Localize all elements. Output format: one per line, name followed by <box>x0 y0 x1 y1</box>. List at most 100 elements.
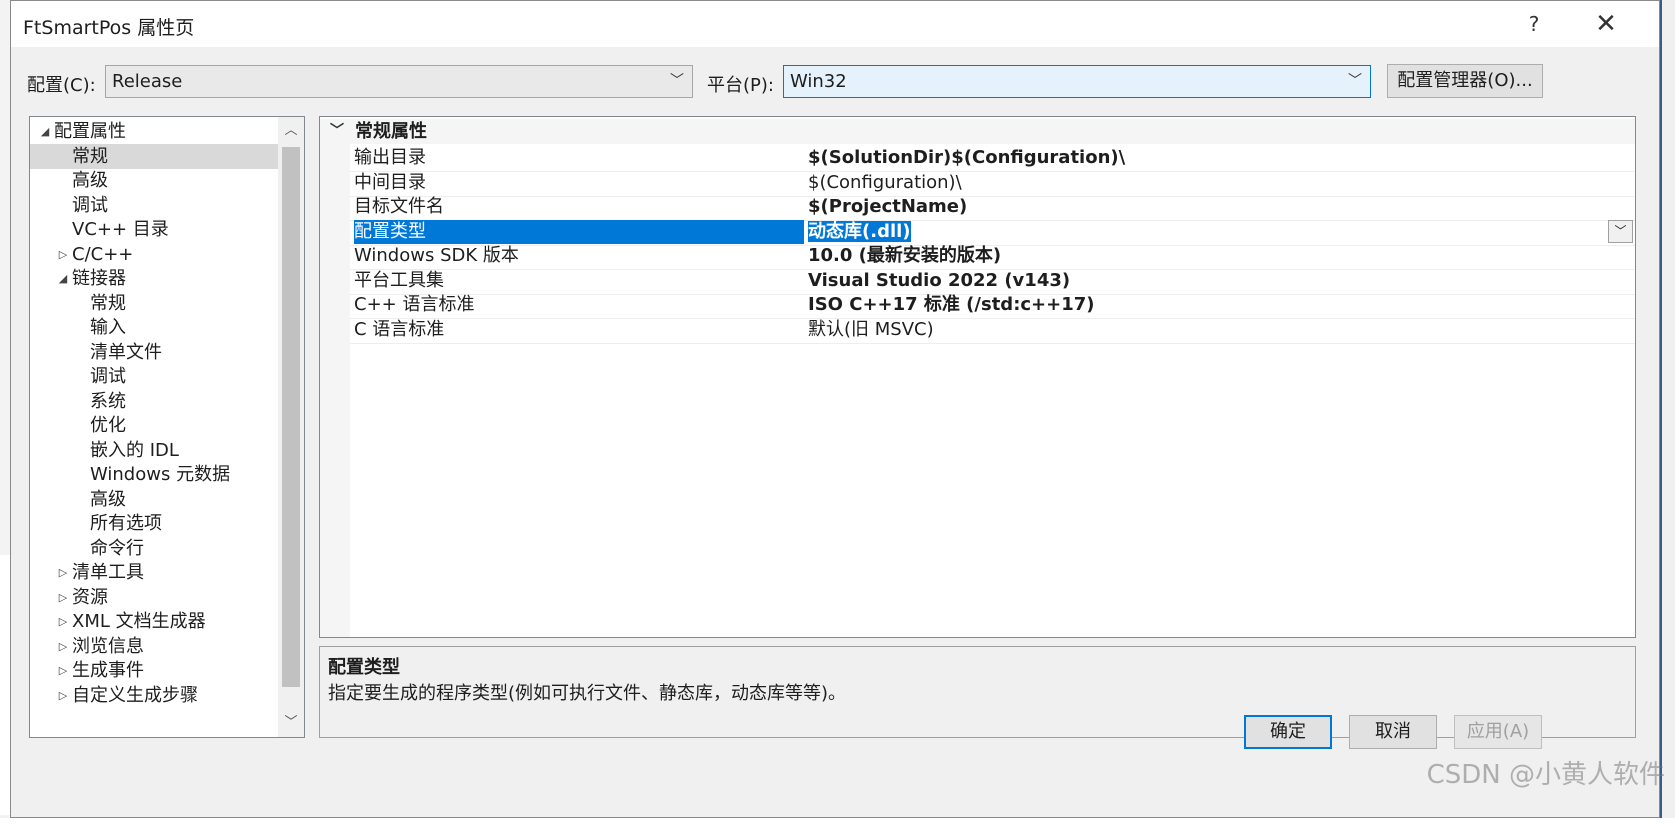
platform-value: Win32 <box>790 71 847 92</box>
property-name: 目标文件名 <box>354 196 444 217</box>
tree-item[interactable]: ▷ 资源 <box>30 585 278 610</box>
property-row[interactable]: Windows SDK 版本 10.0 (最新安装的版本) <box>350 244 1635 270</box>
tree-item[interactable]: VC++ 目录 <box>30 217 278 242</box>
apply-button[interactable]: 应用(A) <box>1454 715 1542 749</box>
chevron-down-icon: ﹀ <box>1348 73 1362 89</box>
description-title: 配置类型 <box>328 657 400 678</box>
tree-item-label: 调试 <box>90 366 126 387</box>
property-value-cell[interactable]: $(Configuration)\ <box>808 171 1635 195</box>
grid-gutter <box>320 144 350 637</box>
title-bar[interactable]: FtSmartPos 属性页 ? ✕ <box>11 1 1659 47</box>
expander-icon[interactable]: ◢ <box>56 266 70 291</box>
tree-item-label: VC++ 目录 <box>72 219 169 240</box>
property-value-cell[interactable]: ISO C++17 标准 (/std:c++17) <box>808 293 1635 317</box>
property-row[interactable]: 平台工具集 Visual Studio 2022 (v143) <box>350 269 1635 295</box>
tree-item-label: 嵌入的 IDL <box>90 439 179 461</box>
expander-icon[interactable]: ▷ <box>56 585 70 610</box>
tree-item-label: 浏览信息 <box>72 635 144 657</box>
category-header[interactable]: ﹀ 常规属性 <box>320 119 1635 144</box>
window-title: FtSmartPos 属性页 <box>23 17 195 39</box>
close-button[interactable]: ✕ <box>1581 7 1631 41</box>
property-name: C 语言标准 <box>354 318 445 340</box>
config-combo[interactable]: Release ﹀ <box>105 65 693 98</box>
property-value-cell[interactable]: 10.0 (最新安装的版本) <box>808 244 1635 268</box>
scrollbar-thumb[interactable] <box>282 147 300 687</box>
tree-item[interactable]: 清单文件 <box>30 340 278 365</box>
tree-scrollbar[interactable]: ︿ ﹀ <box>278 117 304 737</box>
tree-item-label: 资源 <box>72 586 108 608</box>
chevron-up-icon[interactable]: ︿ <box>278 117 304 145</box>
tree-item[interactable]: ▷ 自定义生成步骤 <box>30 683 278 708</box>
tree-item[interactable]: ▷ 清单工具 <box>30 560 278 585</box>
property-value-cell[interactable]: 默认(旧 MSVC) <box>808 318 1635 342</box>
property-row[interactable]: 中间目录 $(Configuration)\ <box>350 171 1635 197</box>
chevron-down-icon[interactable]: ﹀ <box>330 119 344 144</box>
tree-item[interactable]: ◢ 配置属性 <box>30 119 278 144</box>
tree-item-label: 清单工具 <box>72 562 144 583</box>
chevron-down-icon[interactable]: ﹀ <box>278 709 304 737</box>
expander-icon[interactable]: ◢ <box>38 119 52 144</box>
property-row[interactable]: 输出目录 $(SolutionDir)$(Configuration)\ <box>350 146 1635 172</box>
tree-item-label: 优化 <box>90 415 126 436</box>
tree-item-label: 命令行 <box>90 537 144 559</box>
tree-item[interactable]: 嵌入的 IDL <box>30 438 278 463</box>
background-ide-right <box>1662 0 1675 828</box>
tree-item[interactable]: 常规 <box>30 291 278 316</box>
expander-icon[interactable]: ▷ <box>56 683 70 708</box>
tree-item[interactable]: 调试 <box>30 364 278 389</box>
property-name: 配置类型 <box>354 219 804 244</box>
expander-icon[interactable]: ▷ <box>56 242 70 267</box>
tree-item[interactable]: Windows 元数据 <box>30 462 278 487</box>
tree-item[interactable]: 优化 <box>30 413 278 438</box>
expander-icon[interactable]: ▷ <box>56 609 70 634</box>
tree-item[interactable]: ▷ 浏览信息 <box>30 634 278 659</box>
tree-item-label: 输入 <box>90 317 126 338</box>
property-grid: ﹀ 常规属性 输出目录 $(SolutionDir)$(Configuration… <box>319 116 1636 638</box>
property-row[interactable]: C++ 语言标准 ISO C++17 标准 (/std:c++17) <box>350 293 1635 319</box>
tree-item[interactable]: ▷ 生成事件 <box>30 658 278 683</box>
tree-item[interactable]: 高级 <box>30 487 278 512</box>
tree-item-label: 生成事件 <box>72 660 144 681</box>
tree-item[interactable]: ◢ 链接器 <box>30 266 278 291</box>
chevron-down-icon[interactable]: ﹀ <box>1608 219 1633 243</box>
tree-item-label: 常规 <box>72 145 108 167</box>
platform-combo[interactable]: Win32 ﹀ <box>783 65 1371 98</box>
property-value-cell[interactable]: Visual Studio 2022 (v143) <box>808 269 1635 293</box>
tree-item[interactable]: 命令行 <box>30 536 278 561</box>
tree-item[interactable]: 系统 <box>30 389 278 414</box>
property-value-cell[interactable]: 动态库(.dll) <box>808 220 1635 244</box>
property-value: 动态库(.dll) <box>808 220 911 242</box>
tree-item[interactable]: 常规 <box>30 143 278 169</box>
property-value: Visual Studio 2022 (v143) <box>808 269 1071 291</box>
property-value-cell[interactable]: $(ProjectName) <box>808 195 1635 219</box>
config-manager-button[interactable]: 配置管理器(O)... <box>1387 64 1543 98</box>
property-value: $(ProjectName) <box>808 196 968 217</box>
description-text: 指定要生成的程序类型(例如可执行文件、静态库，动态库等等)。 <box>328 683 847 704</box>
tree-item[interactable]: ▷ C/C++ <box>30 242 278 267</box>
property-row[interactable]: C 语言标准 默认(旧 MSVC) <box>350 318 1635 344</box>
platform-label: 平台(P): <box>707 75 774 96</box>
tree-item[interactable]: 所有选项 <box>30 511 278 536</box>
description-pane: 配置类型 指定要生成的程序类型(例如可执行文件、静态库，动态库等等)。 <box>319 646 1636 738</box>
expander-icon[interactable]: ▷ <box>56 560 70 585</box>
property-tree: ◢ 配置属性 常规 高级 调试 VC++ 目录 ▷ C/C++ ◢ 链接器 常规 输入 清单文件 调试 系统… <box>29 116 305 738</box>
tree-item[interactable]: 输入 <box>30 315 278 340</box>
property-value-cell[interactable]: $(SolutionDir)$(Configuration)\ <box>808 146 1635 170</box>
property-name: C++ 语言标准 <box>354 294 475 315</box>
tree-item[interactable]: ▷ XML 文档生成器 <box>30 609 278 634</box>
tree-item[interactable]: 高级 <box>30 168 278 193</box>
help-button[interactable]: ? <box>1509 7 1559 41</box>
tree-item[interactable]: 调试 <box>30 193 278 218</box>
property-value: $(Configuration)\ <box>808 171 962 193</box>
ok-button[interactable]: 确定 <box>1244 715 1332 749</box>
tree-item-label: 链接器 <box>72 268 126 289</box>
cancel-button[interactable]: 取消 <box>1349 715 1437 749</box>
property-row[interactable]: 配置类型 动态库(.dll) ﹀ <box>350 219 1635 246</box>
config-label: 配置(C): <box>27 75 96 96</box>
expander-icon[interactable]: ▷ <box>56 634 70 659</box>
tree-item-label: 自定义生成步骤 <box>72 684 198 706</box>
watermark-text: CSDN @小黄人软件 <box>1426 760 1665 790</box>
expander-icon[interactable]: ▷ <box>56 658 70 683</box>
property-name: 中间目录 <box>354 171 426 193</box>
property-row[interactable]: 目标文件名 $(ProjectName) <box>350 195 1635 221</box>
